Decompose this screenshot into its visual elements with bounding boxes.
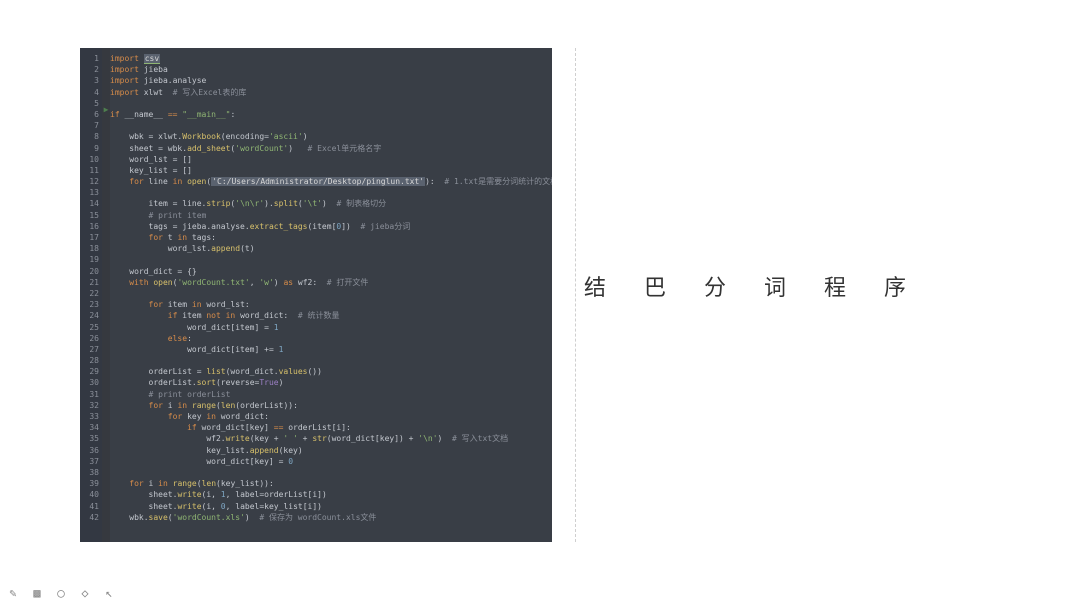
code-body: import csvimport jiebaimport jieba.analy… [110, 48, 552, 542]
bottom-toolbar: ✎ ▩ ◯ ◇ ↖ [6, 586, 116, 600]
code-editor: 1234567891011121314151617181920212223242… [80, 48, 552, 542]
slide: 1234567891011121314151617181920212223242… [0, 0, 1080, 608]
tag-icon[interactable]: ◇ [78, 586, 92, 600]
vertical-divider [575, 48, 576, 542]
line-number-gutter: 1234567891011121314151617181920212223242… [80, 48, 102, 542]
pencil-icon[interactable]: ✎ [6, 586, 20, 600]
image-icon[interactable]: ▩ [30, 586, 44, 600]
gutter-ribbon: ▶ [102, 48, 110, 542]
slide-title: 结巴分词程序 [584, 270, 1064, 302]
shape-icon[interactable]: ◯ [54, 586, 68, 600]
cursor-icon[interactable]: ↖ [102, 586, 116, 600]
